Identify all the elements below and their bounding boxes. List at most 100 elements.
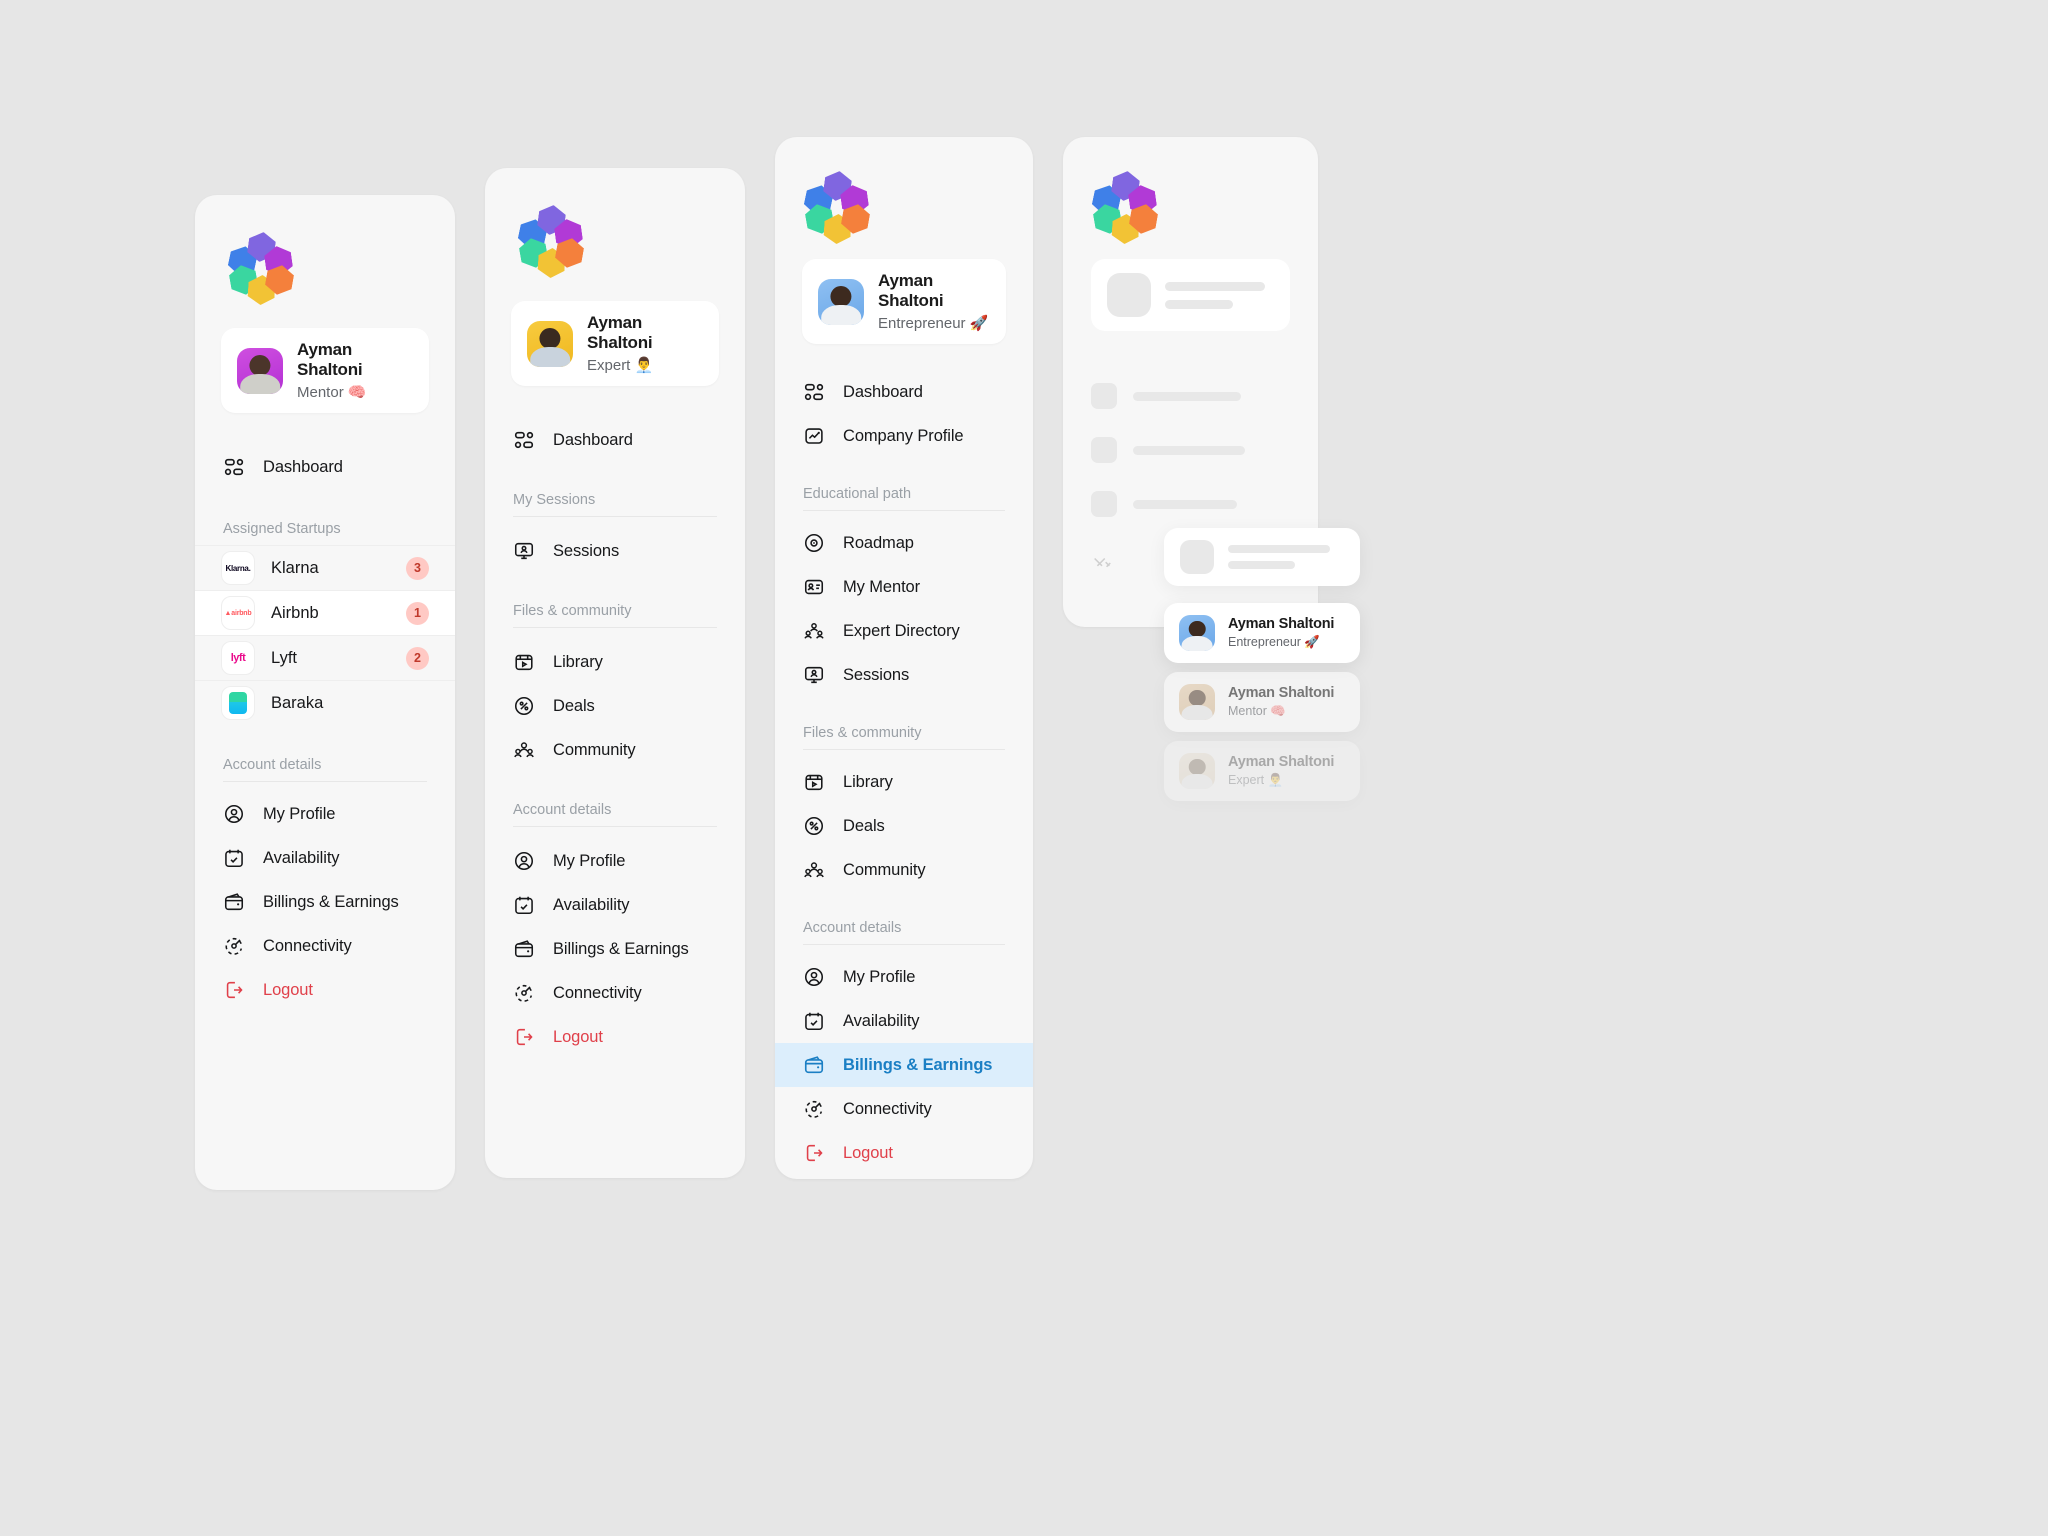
sidebar-item-dashboard[interactable]: Dashboard	[195, 445, 455, 489]
sidebar-item-community[interactable]: Community	[775, 848, 1033, 892]
switcher-option-entrepreneur[interactable]: Ayman Shaltoni Entrepreneur 🚀	[1164, 603, 1360, 663]
deals-tag-icon	[804, 816, 824, 836]
hexagon-flower-logo[interactable]	[227, 230, 293, 292]
sidebar-item-dashboard[interactable]: Dashboard	[775, 370, 1033, 414]
sidebar-item-roadmap[interactable]: Roadmap	[775, 521, 1033, 565]
wallet-icon	[224, 893, 244, 911]
community-icon	[804, 862, 824, 878]
divider	[803, 749, 1005, 750]
skeleton-icon	[1091, 383, 1117, 409]
sidebar-item-dashboard[interactable]: Dashboard	[485, 418, 745, 462]
startup-badge: 1	[406, 601, 429, 625]
airbnb-logo: ▲airbnb	[221, 596, 255, 630]
profile-chip[interactable]: Ayman Shaltoni Entrepreneur 🚀	[802, 259, 1006, 344]
sidebar-item-my-mentor[interactable]: My Mentor	[775, 565, 1033, 609]
startup-name: Lyft	[271, 648, 297, 667]
sidebar-item-label: Community	[843, 860, 926, 879]
top-nav-group: Dashboard Company Profile	[775, 370, 1033, 458]
sidebar-item-label: Connectivity	[263, 936, 352, 955]
company-profile-icon	[805, 428, 823, 444]
no-connection-icon	[1094, 557, 1111, 568]
sidebar-item-label: Deals	[553, 696, 595, 715]
divider	[513, 627, 717, 628]
sidebar-item-sessions[interactable]: Sessions	[775, 653, 1033, 697]
wallet-icon	[514, 940, 534, 958]
sidebar-item-deals[interactable]: Deals	[775, 804, 1033, 848]
section-label-account-details: Account details	[223, 757, 322, 773]
section-label-account-details: Account details	[803, 920, 902, 936]
startup-row-klarna[interactable]: Klarna. Klarna 3	[195, 545, 455, 590]
sidebar-item-label: Logout	[843, 1143, 893, 1162]
sidebar-item-label: Dashboard	[263, 457, 343, 476]
avatar	[1179, 753, 1215, 789]
logout-icon	[806, 1144, 823, 1162]
sidebar-item-billings-earnings[interactable]: Billings & Earnings	[775, 1043, 1033, 1087]
sidebar-item-availability[interactable]: Availability	[775, 999, 1033, 1043]
sidebar-item-logout[interactable]: Logout	[195, 968, 455, 1012]
sidebar-item-my-profile[interactable]: My Profile	[775, 955, 1033, 999]
skeleton-line	[1165, 299, 1233, 309]
sidebar-item-label: Roadmap	[843, 533, 914, 552]
sidebar-item-connectivity[interactable]: Connectivity	[775, 1087, 1033, 1131]
calendar-check-icon	[225, 849, 243, 868]
sidebar-item-expert-directory[interactable]: Expert Directory	[775, 609, 1033, 653]
skeleton-avatar	[1107, 273, 1151, 317]
sidebar-item-label: My Mentor	[843, 577, 921, 596]
deals-tag-icon	[514, 696, 534, 716]
sidebar-item-my-profile[interactable]: My Profile	[195, 792, 455, 836]
section-label-files-community: Files & community	[513, 603, 632, 619]
hexagon-flower-logo[interactable]	[803, 169, 869, 231]
sidebar-item-company-profile[interactable]: Company Profile	[775, 414, 1033, 458]
divider	[513, 516, 717, 517]
startup-row-lyft[interactable]: lyft Lyft 2	[195, 635, 455, 680]
skeleton-icon	[1091, 437, 1117, 463]
sidebar-item-logout[interactable]: Logout	[775, 1131, 1033, 1175]
sidebar-item-connectivity[interactable]: Connectivity	[485, 971, 745, 1015]
sidebar-item-label: Dashboard	[553, 430, 633, 449]
sidebar-item-label: Library	[553, 652, 603, 671]
sidebar-item-community[interactable]: Community	[485, 728, 745, 772]
divider	[513, 826, 717, 827]
sidebar-item-sessions[interactable]: Sessions	[485, 529, 745, 573]
sidebar-item-logout[interactable]: Logout	[485, 1015, 745, 1059]
profile-name: Ayman Shaltoni	[297, 340, 363, 379]
canvas: Ayman Shaltoni Mentor 🧠 Dashboard Assign…	[0, 0, 2048, 1536]
profile-chip[interactable]: Ayman Shaltoni Mentor 🧠	[221, 328, 429, 413]
switcher-role: Expert 👨‍💼	[1228, 773, 1284, 787]
switcher-option-expert[interactable]: Ayman Shaltoni Expert 👨‍💼	[1164, 741, 1360, 801]
skeleton-line	[1133, 499, 1237, 509]
startup-row-baraka[interactable]: Baraka	[195, 680, 455, 725]
calendar-check-icon	[515, 896, 533, 915]
startup-name: Airbnb	[271, 603, 319, 622]
account-nav-group: My Profile Availability Billings & Earni…	[195, 792, 455, 1012]
sidebar-item-billings-earnings[interactable]: Billings & Earnings	[195, 880, 455, 924]
sidebar-item-library[interactable]: Library	[485, 640, 745, 684]
sidebar-item-connectivity[interactable]: Connectivity	[195, 924, 455, 968]
avatar	[1179, 615, 1215, 651]
startup-row-airbnb[interactable]: ▲airbnb Airbnb 1	[195, 590, 455, 635]
profile-chip[interactable]: Ayman Shaltoni Expert 👨‍💼	[511, 301, 719, 386]
switcher-role: Entrepreneur 🚀	[1228, 635, 1320, 649]
hexagon-flower-logo[interactable]	[517, 203, 583, 265]
sidebar-item-availability[interactable]: Availability	[195, 836, 455, 880]
sidebar-item-availability[interactable]: Availability	[485, 883, 745, 927]
switcher-option-mentor[interactable]: Ayman Shaltoni Mentor 🧠	[1164, 672, 1360, 732]
hexagon-flower-logo[interactable]	[1091, 169, 1157, 231]
sidebar-item-my-profile[interactable]: My Profile	[485, 839, 745, 883]
skeleton-line	[1228, 561, 1296, 569]
dashboard-icon	[514, 431, 534, 449]
section-label-assigned-startups: Assigned Startups	[223, 521, 341, 537]
sidebar-item-billings-earnings[interactable]: Billings & Earnings	[485, 927, 745, 971]
section-label-my-sessions: My Sessions	[513, 492, 596, 508]
switcher-name: Ayman Shaltoni	[1228, 754, 1335, 770]
switcher-role: Mentor 🧠	[1228, 704, 1286, 718]
sidebar-item-deals[interactable]: Deals	[485, 684, 745, 728]
sidebar-item-library[interactable]: Library	[775, 760, 1033, 804]
monitor-user-icon	[804, 666, 824, 684]
sidebar-item-label: Dashboard	[843, 382, 923, 401]
user-circle-icon	[514, 851, 534, 871]
avatar	[237, 347, 283, 394]
files-nav-group: Library Deals Community	[775, 760, 1033, 892]
account-nav-group: My Profile Availability Billings & Earni…	[775, 955, 1033, 1175]
profile-role: Expert 👨‍💼	[587, 357, 654, 374]
